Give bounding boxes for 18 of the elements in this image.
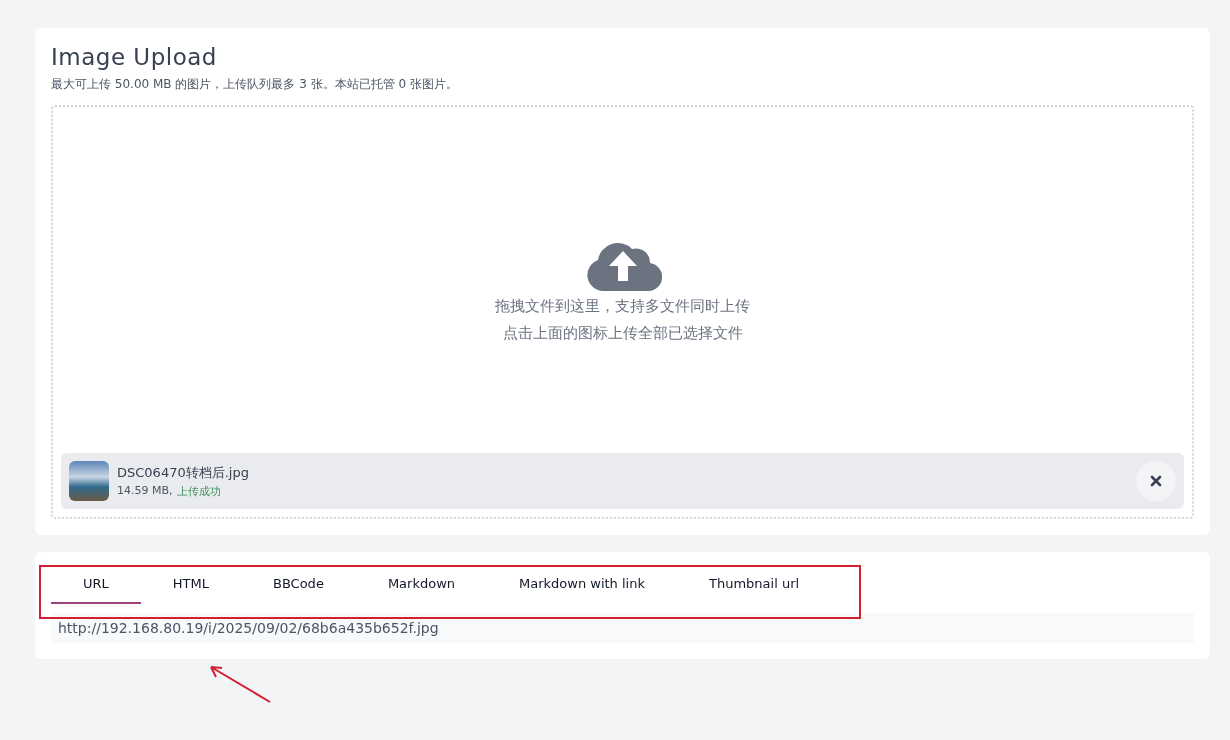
upload-status: 上传成功 [176,483,221,499]
dropzone[interactable]: 拖拽文件到这里，支持多文件同时上传 点击上面的图标上传全部已选择文件 DSC06470转档后.jpg 14.59 MB, 上传成功 [51,105,1194,519]
file-name: DSC06470转档后.jpg [117,463,250,482]
close-icon [1150,475,1162,487]
url-field[interactable]: http://192.168.80.19/i/2025/09/02/68b6a435b652f.jpg [51,613,1194,643]
file-size: 14.59 MB, [117,483,173,499]
link-format-tab[interactable]: Thumbnail url [677,576,832,604]
link-format-tab[interactable]: URL [51,576,141,604]
dropzone-hint: 点击上面的图标上传全部已选择文件 [502,323,743,344]
dropzone-hint: 拖拽文件到这里，支持多文件同时上传 [495,296,750,317]
remove-button[interactable] [1136,461,1176,501]
link-format-tab[interactable]: Markdown [355,576,487,604]
photo-placeholder [69,461,109,501]
link-format-tab[interactable]: BBCode [241,576,356,604]
link-format-tab[interactable]: HTML [140,576,241,604]
upload-limits-text: 最大可上传 50.00 MB 的图片，上传队列最多 3 张。本站已托管 0 张图片。 [51,76,459,93]
link-format-tab[interactable]: Markdown with link [487,576,677,604]
page-title: Image Upload [51,44,218,70]
